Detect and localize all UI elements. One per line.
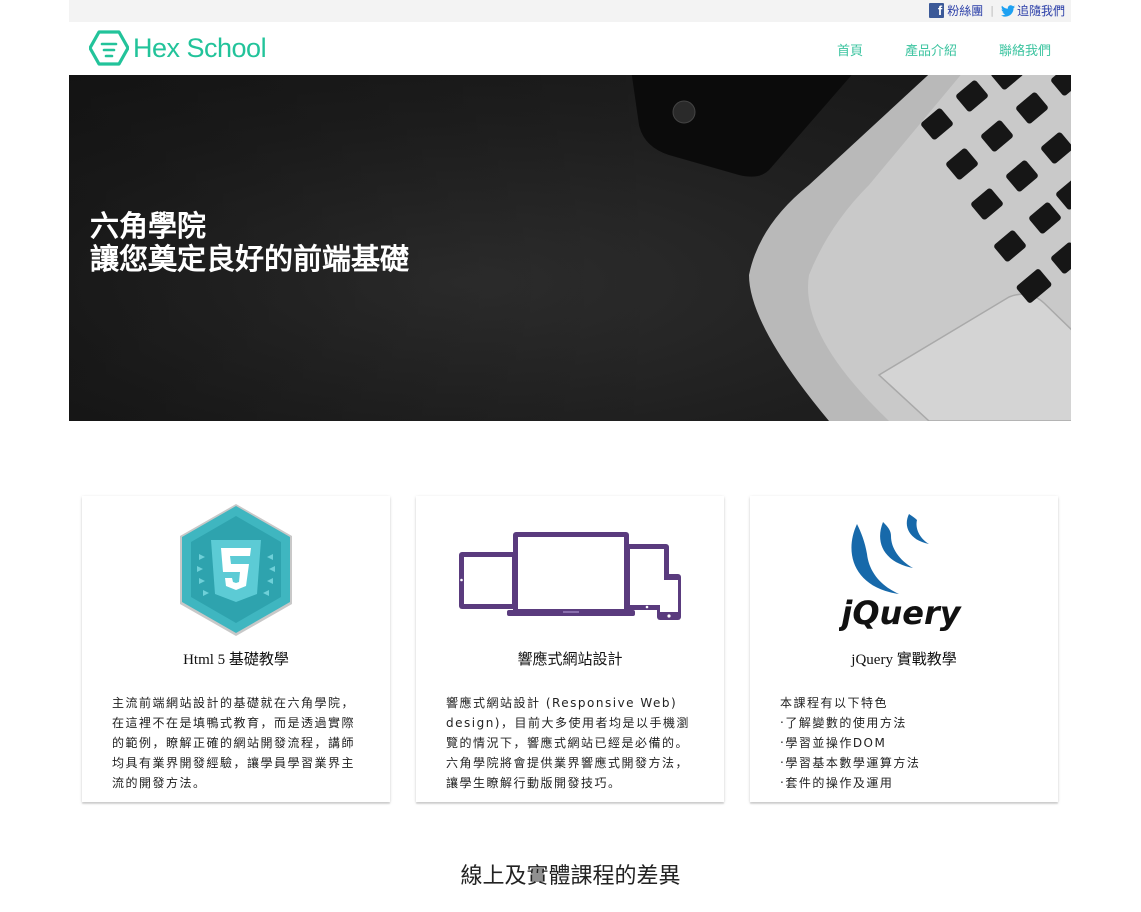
social-links: f 粉絲團 | 追隨我們 <box>929 2 1065 19</box>
logo-text: Hex School <box>133 32 267 63</box>
hero-title-line2: 讓您奠定良好的前端基礎 <box>90 242 410 276</box>
twitter-icon <box>1000 4 1015 17</box>
list-item: ‧學習基本數學運算方法 <box>780 756 921 770</box>
hero-banner: 六角學院 讓您奠定良好的前端基礎 <box>69 75 1071 421</box>
card-image: jQuery <box>750 502 1058 642</box>
card-title: Html 5 基礎教學 <box>183 652 289 668</box>
course-card-html5[interactable]: Html 5 基礎教學 主流前端網站設計的基礎就在六角學院，在這裡不在是填鴨式教… <box>82 496 390 802</box>
list-item: ‧了解變數的使用方法 <box>780 716 907 730</box>
site-logo[interactable]: Hex School <box>89 30 267 66</box>
list-item: ‧學習並操作DOM <box>780 736 887 750</box>
facebook-icon: f <box>929 3 945 18</box>
hero-title-line1: 六角學院 <box>90 209 207 243</box>
follow-label: 追隨我們 <box>1016 4 1065 18</box>
card-description: 本課程有以下特色 ‧了解變數的使用方法 ‧學習並操作DOM ‧學習基本數學運算方… <box>780 693 1030 793</box>
site-header: Hex School 首頁 產品介紹 聯絡我們 <box>69 22 1071 75</box>
html5-badge-icon <box>180 504 292 636</box>
main-nav: 首頁 產品介紹 聯絡我們 <box>795 40 1051 59</box>
section-title: 線上及實體課程的差異 <box>460 864 681 889</box>
card-image <box>82 502 390 642</box>
twitter-follow-link[interactable]: 追隨我們 <box>1000 2 1065 19</box>
feature-list: ‧了解變數的使用方法 ‧學習並操作DOM ‧學習基本數學運算方法 ‧套件的操作及… <box>780 713 1030 793</box>
hex-logo-icon <box>89 30 129 66</box>
devices-icon <box>459 532 681 620</box>
nav-contact[interactable]: 聯絡我們 <box>999 40 1051 59</box>
course-card-jquery[interactable]: jQuery jQuery 實戰教學 本課程有以下特色 ‧了解變數的使用方法 ‧… <box>750 496 1058 802</box>
card-title: jQuery 實戰教學 <box>851 652 957 668</box>
svg-text:jQuery: jQuery <box>839 594 962 632</box>
hero-title: 六角學院 讓您奠定良好的前端基礎 <box>90 210 409 276</box>
page: f 粉絲團 | 追隨我們 Hex School 首頁 產品介紹 聯絡我們 六角學… <box>0 0 1141 912</box>
card-description: 響應式網站設計 (Responsive Web) design)，目前大多使用者… <box>446 696 690 790</box>
card-description: 主流前端網站設計的基礎就在六角學院，在這裡不在是填鴨式教育，而是透過實際的範例，… <box>112 696 356 790</box>
top-bar: f 粉絲團 | 追隨我們 <box>69 0 1071 22</box>
card-title: 響應式網站設計 <box>517 652 623 668</box>
nav-products[interactable]: 產品介紹 <box>905 40 957 59</box>
list-item: ‧套件的操作及運用 <box>780 776 894 790</box>
facebook-fan-page-link[interactable]: f 粉絲團 <box>929 2 983 19</box>
card-image <box>416 502 724 642</box>
course-card-rwd[interactable]: 響應式網站設計 響應式網站設計 (Responsive Web) design)… <box>416 496 724 802</box>
jquery-logo-icon: jQuery <box>839 514 962 632</box>
nav-home[interactable]: 首頁 <box>837 40 863 59</box>
fan-page-label: 粉絲團 <box>947 4 984 18</box>
divider: | <box>990 4 994 17</box>
feature-intro: 本課程有以下特色 <box>780 696 889 710</box>
